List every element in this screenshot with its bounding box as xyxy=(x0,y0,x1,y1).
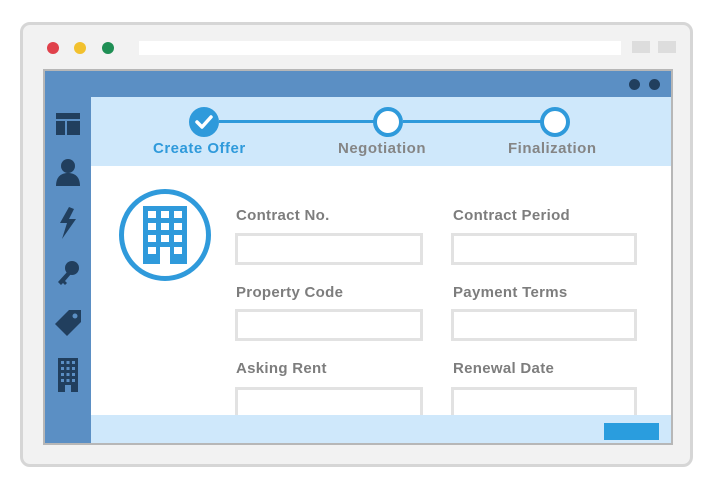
sidebar-item-activity[interactable] xyxy=(55,207,81,239)
payment-terms-field[interactable] xyxy=(451,309,637,341)
contract-period-label: Contract Period xyxy=(453,207,571,224)
asking-rent-label: Asking Rent xyxy=(236,360,327,377)
window-control-dot[interactable] xyxy=(629,79,640,90)
step-connector xyxy=(219,120,380,123)
property-code-field[interactable] xyxy=(235,309,423,341)
step-2-circle[interactable] xyxy=(373,107,403,137)
progress-stepper: Create Offer Negotiation Finalization xyxy=(91,97,671,166)
building-icon xyxy=(58,358,78,392)
key-icon xyxy=(58,261,79,285)
app-window: Create Offer Negotiation Finalization Co… xyxy=(43,69,673,445)
payment-terms-label: Payment Terms xyxy=(453,284,568,301)
step-3-label[interactable]: Finalization xyxy=(508,140,597,157)
sidebar-item-access[interactable] xyxy=(55,259,81,287)
contract-no-label: Contract No. xyxy=(236,207,330,224)
step-2-label[interactable]: Negotiation xyxy=(338,140,426,157)
app-title-bar xyxy=(45,71,671,97)
tag-icon xyxy=(55,310,81,336)
toolbar-button-2[interactable] xyxy=(658,41,676,53)
step-3-circle[interactable] xyxy=(540,107,570,137)
property-badge xyxy=(119,189,211,281)
sidebar-item-dashboard[interactable] xyxy=(55,110,81,138)
layout-icon xyxy=(56,113,80,135)
submit-button[interactable] xyxy=(604,423,659,440)
sidebar-item-pricing[interactable] xyxy=(55,309,81,337)
window-control-dot[interactable] xyxy=(649,79,660,90)
lightning-icon xyxy=(60,207,76,239)
user-icon xyxy=(56,159,80,186)
step-1-circle[interactable] xyxy=(189,107,219,137)
browser-window: Create Offer Negotiation Finalization Co… xyxy=(20,22,693,467)
sidebar xyxy=(45,97,91,443)
contract-no-field[interactable] xyxy=(235,233,423,265)
property-code-label: Property Code xyxy=(236,284,344,301)
sidebar-item-users[interactable] xyxy=(55,158,81,186)
minimize-window-button[interactable] xyxy=(74,42,86,54)
renewal-date-label: Renewal Date xyxy=(453,360,555,377)
form-footer xyxy=(91,415,671,443)
checkmark-icon xyxy=(195,115,213,129)
close-window-button[interactable] xyxy=(47,42,59,54)
building-icon xyxy=(143,206,187,264)
contract-period-field[interactable] xyxy=(451,233,637,265)
toolbar-button-1[interactable] xyxy=(632,41,650,53)
maximize-window-button[interactable] xyxy=(102,42,114,54)
address-bar[interactable] xyxy=(139,41,621,55)
sidebar-item-properties[interactable] xyxy=(55,358,81,392)
step-1-label[interactable]: Create Offer xyxy=(153,140,246,157)
